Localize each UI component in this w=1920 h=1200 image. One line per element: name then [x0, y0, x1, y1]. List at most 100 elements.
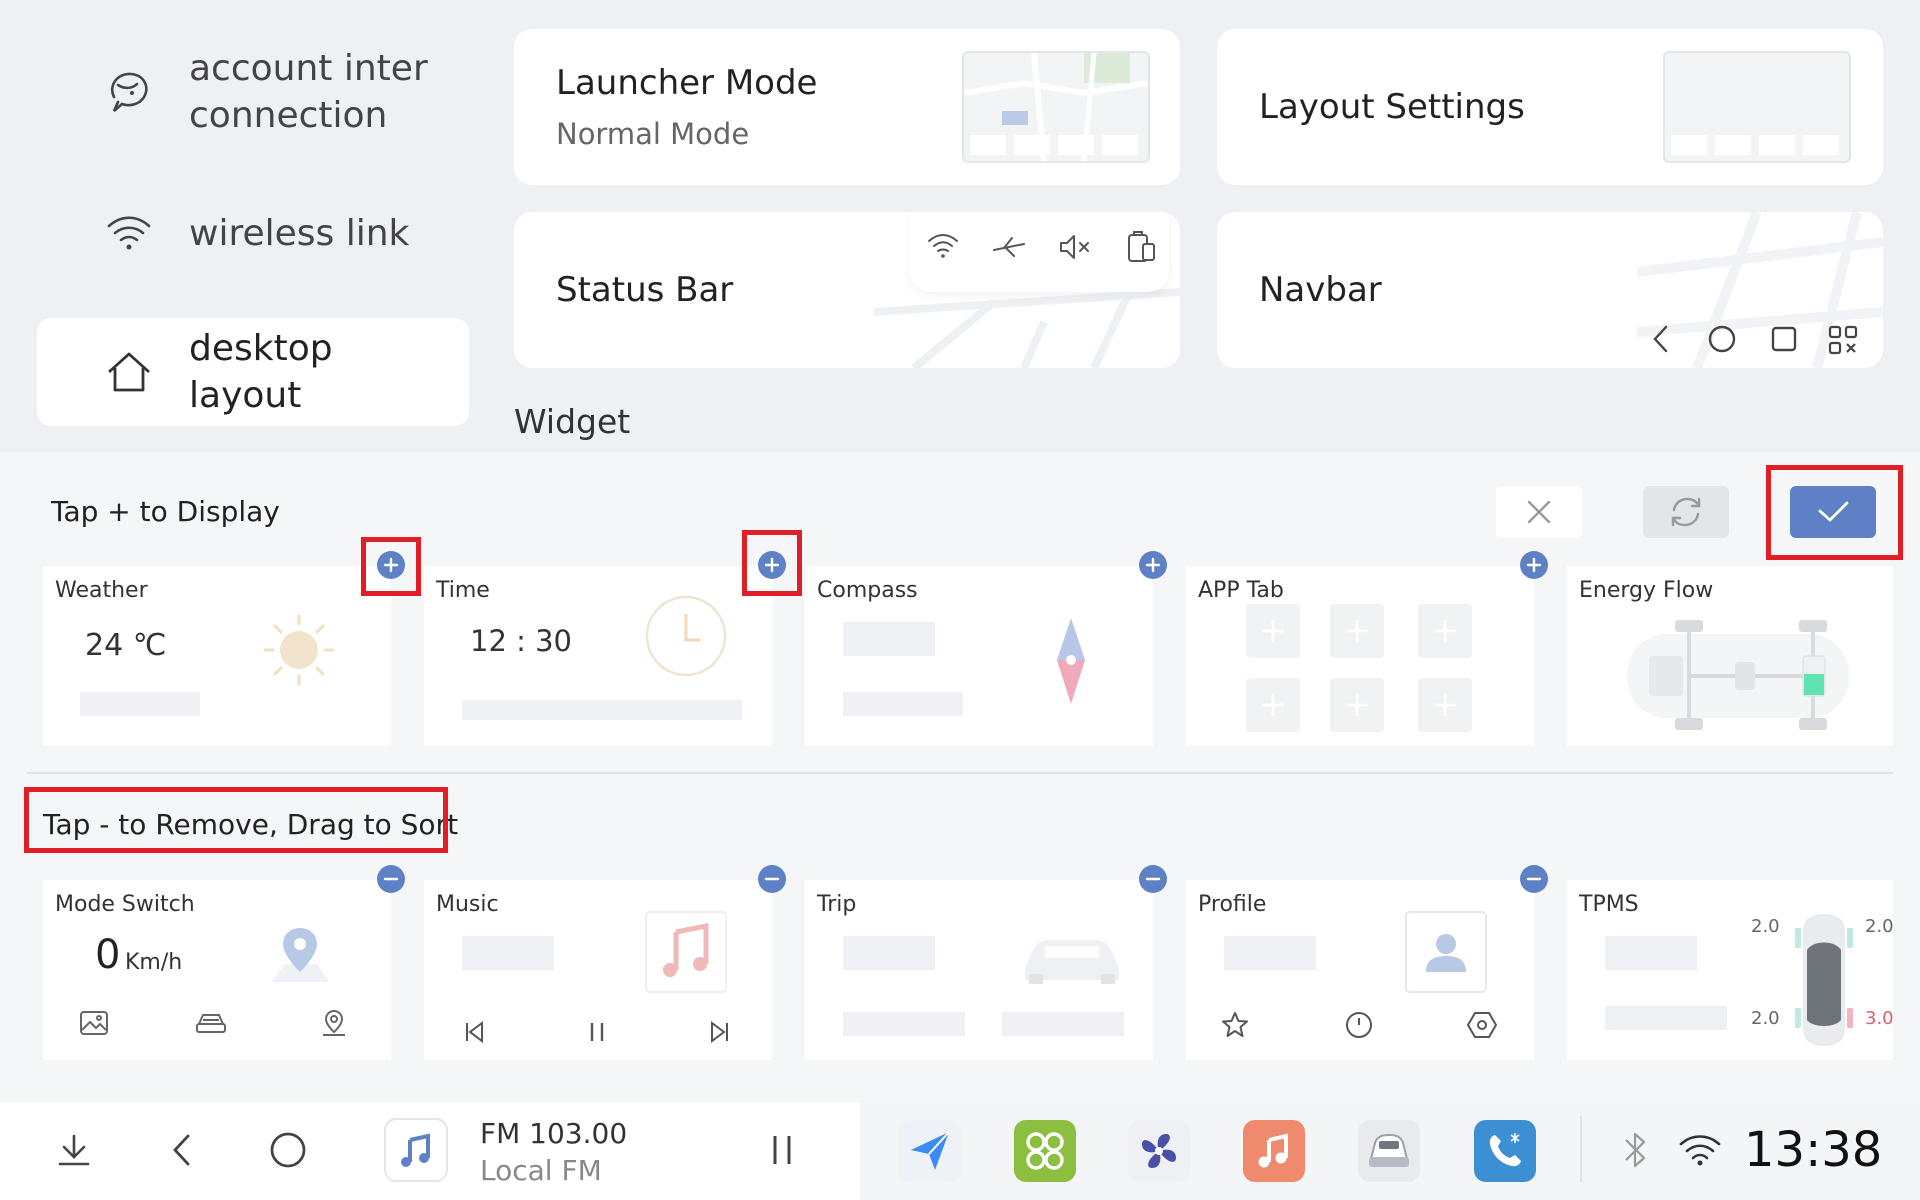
add-section-title: Tap + to Display: [51, 495, 280, 528]
bluetooth-icon[interactable]: [1620, 1130, 1650, 1174]
media-app-icon[interactable]: [384, 1118, 448, 1182]
widget-title: Music: [436, 892, 499, 917]
add-weather-highlight: [361, 537, 421, 596]
status-bar-card[interactable]: Status Bar: [514, 212, 1180, 368]
sidebar-item-wireless[interactable]: wireless link: [37, 200, 469, 266]
gauge-icon[interactable]: [1344, 1010, 1374, 1044]
home-circle-icon[interactable]: [266, 1128, 310, 1172]
placeholder-bar: [1224, 936, 1316, 970]
card-subtitle: Normal Mode: [556, 117, 750, 151]
widget-section-title: Widget: [514, 402, 631, 441]
placeholder-bar: [843, 622, 935, 656]
map-thumbnail: [962, 51, 1150, 163]
navbar-card[interactable]: Navbar: [1217, 212, 1883, 368]
placeholder-bar: [843, 692, 963, 716]
wifi-icon: [99, 203, 159, 263]
layout-settings-card[interactable]: Layout Settings: [1217, 29, 1883, 185]
settings-hexagon-icon[interactable]: [1466, 1010, 1498, 1044]
widget-music[interactable]: Music: [424, 880, 772, 1060]
star-icon[interactable]: [1220, 1010, 1250, 1044]
widget-title: Mode Switch: [55, 892, 195, 917]
remove-mode-switch-button[interactable]: [377, 865, 405, 893]
widget-time[interactable]: Time 12 : 30: [424, 566, 772, 746]
widget-tpms[interactable]: TPMS 2.0 2.0 2.0 3.0: [1567, 880, 1894, 1060]
media-pause-icon[interactable]: [760, 1128, 804, 1172]
add-time-highlight: [742, 530, 802, 596]
next-track-icon[interactable]: [708, 1020, 732, 1048]
placeholder-bar: [1605, 936, 1697, 970]
person-icon: [1404, 910, 1488, 998]
add-compass-button[interactable]: [1139, 551, 1167, 579]
sidebar-item-label: desktop layout: [189, 328, 333, 416]
pause-icon[interactable]: [585, 1020, 609, 1048]
mute-icon: [1058, 232, 1092, 266]
sidebar-item-label: account inter connection: [189, 48, 428, 136]
dock-separator: [1580, 1116, 1582, 1182]
app-slot-grid: [1246, 604, 1506, 738]
sidebar-item-account[interactable]: account inter connection: [37, 42, 469, 142]
widget-title: TPMS: [1579, 892, 1639, 917]
car-app-icon[interactable]: [1358, 1120, 1420, 1182]
collapse-down-icon[interactable]: [52, 1128, 96, 1172]
fan-app-icon[interactable]: [1128, 1120, 1190, 1182]
widget-energy-flow[interactable]: Energy Flow: [1567, 566, 1893, 746]
minus-icon: [383, 877, 399, 881]
placeholder-bar: [80, 692, 200, 716]
widget-title: Time: [436, 578, 490, 603]
remove-music-button[interactable]: [758, 865, 786, 893]
music-app-icon[interactable]: [1243, 1120, 1305, 1182]
airplane-icon: [992, 234, 1026, 264]
sun-icon: [261, 612, 337, 692]
apps-grid-app-icon[interactable]: [1014, 1120, 1076, 1182]
home-circle-icon: [1707, 324, 1737, 358]
placeholder-bar: [1002, 1012, 1124, 1036]
placeholder-bar: [462, 936, 554, 970]
location-icon[interactable]: [319, 1008, 349, 1042]
card-title: Navbar: [1259, 270, 1382, 310]
widget-title: Trip: [817, 892, 857, 917]
media-subtitle: Local FM: [480, 1154, 602, 1187]
plus-icon: [1145, 557, 1161, 573]
car-icon[interactable]: [195, 1010, 227, 1040]
clock: 13:38: [1744, 1122, 1883, 1178]
placeholder-bar: [843, 936, 935, 970]
widget-compass[interactable]: Compass: [805, 566, 1153, 746]
tpms-front-right: 2.0: [1865, 916, 1894, 937]
widget-mode-switch[interactable]: Mode Switch 0 Km/h: [43, 880, 391, 1060]
tpms-front-left: 2.0: [1751, 916, 1780, 937]
previous-track-icon[interactable]: [462, 1020, 486, 1048]
car-chassis-icon: [1619, 612, 1859, 740]
confirm-highlight: [1766, 465, 1903, 560]
sidebar-item-desktop-layout[interactable]: desktop layout: [37, 318, 469, 426]
layout-thumbnail: [1663, 51, 1851, 163]
widget-weather[interactable]: Weather 24 ℃: [43, 566, 391, 746]
remove-trip-button[interactable]: [1139, 865, 1167, 893]
sidebar-item-label: wireless link: [189, 212, 410, 254]
media-title: FM 103.00: [480, 1117, 628, 1150]
widget-profile[interactable]: Profile: [1186, 880, 1534, 1060]
weather-temp: 24 ℃: [85, 628, 167, 663]
speed-value: 0: [95, 932, 121, 978]
minus-icon: [1526, 877, 1542, 881]
widget-title: Weather: [55, 578, 148, 603]
remove-title-highlight: [24, 787, 448, 853]
wifi-icon[interactable]: [1678, 1133, 1722, 1171]
plus-icon: [1526, 557, 1542, 573]
remove-profile-button[interactable]: [1520, 865, 1548, 893]
placeholder-bar: [462, 700, 742, 720]
launcher-mode-card[interactable]: Launcher Mode Normal Mode: [514, 29, 1180, 185]
account-link-icon: [99, 62, 159, 122]
back-icon[interactable]: [160, 1128, 204, 1172]
widget-trip[interactable]: Trip: [805, 880, 1153, 1060]
section-divider: [27, 772, 1893, 774]
add-app-tab-button[interactable]: [1520, 551, 1548, 579]
placeholder-bar: [1605, 1006, 1727, 1030]
widget-app-tab[interactable]: APP Tab: [1186, 566, 1534, 746]
cancel-button[interactable]: [1496, 486, 1582, 538]
reset-button[interactable]: [1643, 486, 1729, 538]
home-icon: [99, 342, 159, 402]
back-icon: [1649, 324, 1673, 358]
phone-app-icon[interactable]: [1474, 1120, 1536, 1182]
navigation-app-icon[interactable]: [899, 1120, 961, 1182]
image-icon[interactable]: [79, 1010, 109, 1040]
